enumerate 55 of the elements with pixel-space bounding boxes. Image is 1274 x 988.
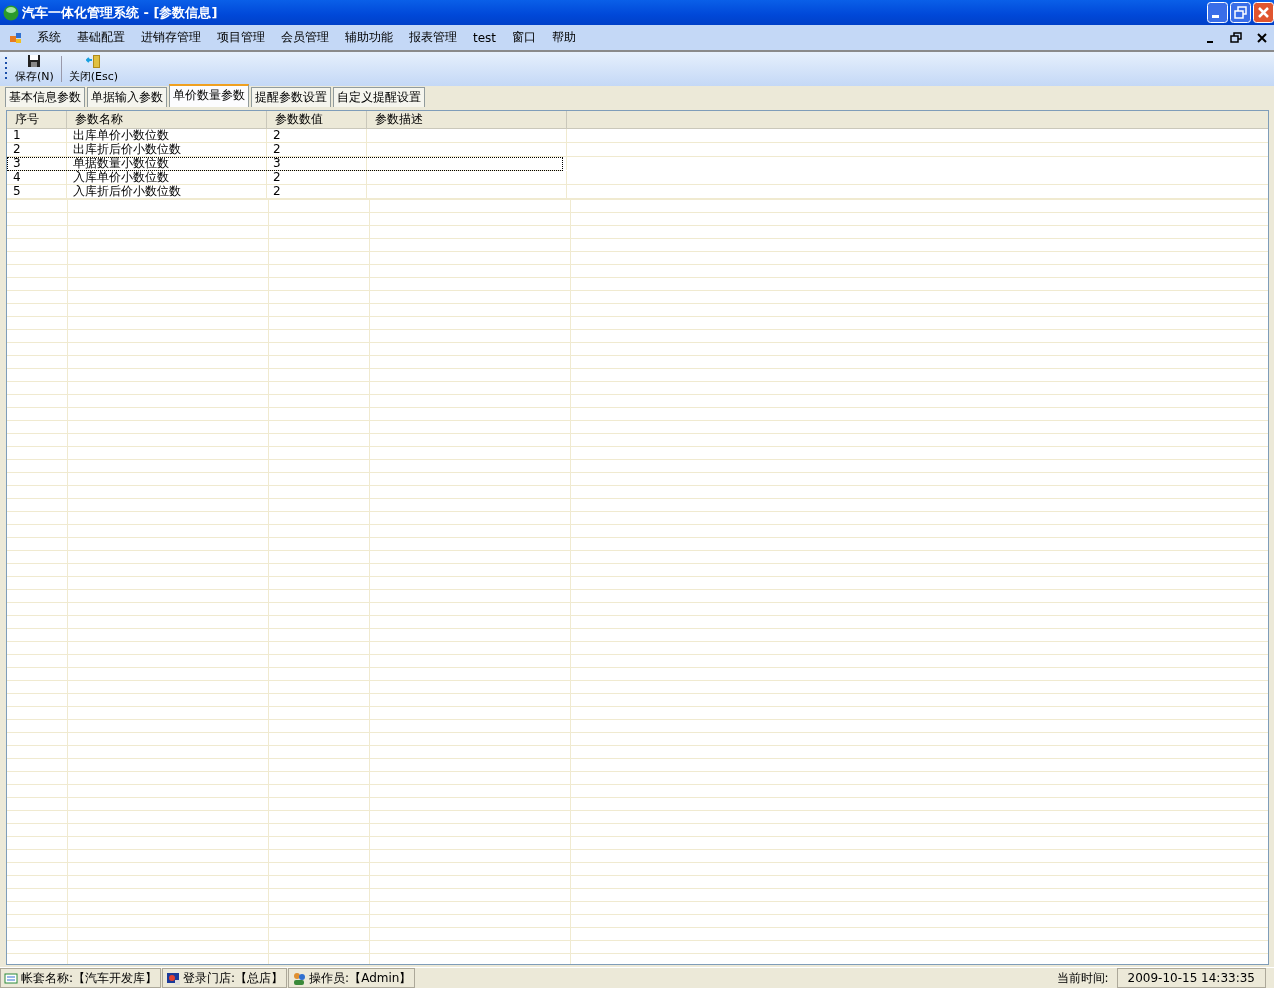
table-cell: 2 — [7, 143, 67, 156]
table-cell: 2 — [267, 129, 367, 142]
status-text: 操作员:【Admin】 — [309, 969, 412, 987]
grip-icon — [5, 56, 8, 82]
status-text: 登录门店:【总店】 — [183, 969, 284, 987]
menu-item[interactable]: 会员管理 — [273, 29, 337, 46]
table-cell: 出库单价小数位数 — [67, 129, 267, 142]
app-logo-icon — [3, 4, 19, 21]
table-cell: 5 — [7, 185, 67, 198]
table-row[interactable]: 5 入库折后价小数位数 2 — [7, 185, 1268, 199]
time-value: 2009-10-15 14:33:35 — [1116, 968, 1266, 988]
table-cell: 入库单价小数位数 — [67, 171, 267, 184]
window-title: 汽车一体化管理系统 - [参数信息] — [22, 3, 218, 22]
table-cell: 2 — [267, 171, 367, 184]
column-header[interactable]: 参数数值 — [267, 111, 367, 128]
tab[interactable]: 提醒参数设置 — [251, 87, 331, 107]
menu-item[interactable]: 辅助功能 — [337, 29, 401, 46]
table-cell: 4 — [7, 171, 67, 184]
close-button[interactable]: 关闭(Esc) — [65, 52, 122, 86]
table-row[interactable]: 2 出库折后价小数位数 2 — [7, 143, 1268, 157]
column-header[interactable]: 参数名称 — [67, 111, 267, 128]
column-header[interactable]: 序号 — [7, 111, 67, 128]
menu-item[interactable]: 帮助 — [544, 29, 585, 46]
users-icon — [292, 970, 308, 986]
column-header[interactable]: 参数描述 — [367, 111, 567, 128]
window-icon — [9, 30, 23, 45]
table-cell: 2 — [267, 143, 367, 156]
book-icon — [4, 970, 19, 986]
table-cell: 出库折后价小数位数 — [67, 143, 267, 156]
table-cell: 1 — [7, 129, 67, 142]
tab[interactable]: 单据输入参数 — [87, 87, 167, 107]
table-cell: 单据数量小数位数 — [67, 157, 267, 170]
status-text: 帐套名称:【汽车开发库】 — [21, 969, 158, 987]
menu-item[interactable]: 报表管理 — [401, 29, 465, 46]
close-button[interactable] — [1256, 31, 1268, 44]
tab[interactable]: 自定义提醒设置 — [333, 87, 425, 107]
menu-item[interactable]: 系统 — [29, 29, 69, 46]
table-row[interactable]: 1 出库单价小数位数 2 — [7, 129, 1268, 143]
table-cell: 2 — [267, 185, 367, 198]
menu-item[interactable]: test — [465, 30, 505, 45]
save-button[interactable]: 保存(N) — [12, 52, 57, 86]
table-row[interactable]: 4 入库单价小数位数 2 — [7, 171, 1268, 185]
menu-item[interactable]: 项目管理 — [209, 29, 273, 46]
table-cell: 入库折后价小数位数 — [67, 185, 267, 198]
table-cell: 3 — [267, 157, 367, 170]
tab[interactable]: 基本信息参数 — [5, 87, 85, 107]
tab[interactable]: 单价数量参数 — [169, 84, 249, 107]
restore-button[interactable] — [1230, 31, 1242, 44]
time-label: 当前时间: — [1056, 969, 1109, 987]
menu-item[interactable]: 窗口 — [504, 29, 545, 46]
menu-item[interactable]: 进销存管理 — [133, 29, 209, 46]
computer-icon — [166, 970, 182, 986]
menu-item[interactable]: 基础配置 — [69, 29, 133, 46]
door-icon — [85, 54, 101, 69]
table-cell: 3 — [7, 157, 67, 170]
